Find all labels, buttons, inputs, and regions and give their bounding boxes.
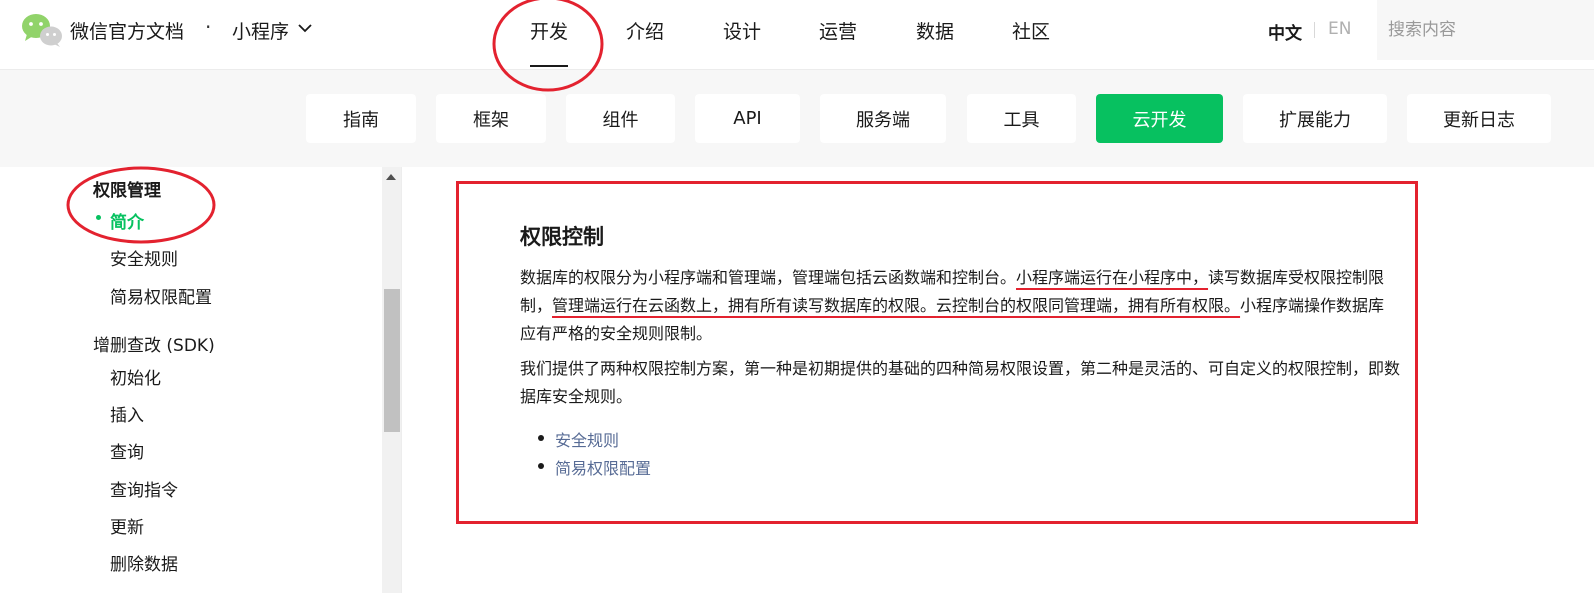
intro-paragraph: 数据库的权限分为小程序端和管理端，管理端包括云函数端和控制台。小程序端运行在小程… <box>520 264 1400 348</box>
search-input[interactable] <box>1388 16 1588 44</box>
nav-active-indicator <box>530 65 568 67</box>
subnav-extensions[interactable]: 扩展能力 <box>1243 94 1387 143</box>
subnav-api[interactable]: API <box>695 94 800 143</box>
sidebar-item-query[interactable]: 查询 <box>110 438 144 463</box>
sidebar <box>0 167 402 593</box>
sidebar-active-bullet <box>96 215 101 220</box>
sidebar-item-security-rules[interactable]: 安全规则 <box>110 245 178 270</box>
wechat-logo-icon[interactable] <box>20 12 64 48</box>
para-text: 数据库的权限分为小程序端和管理端，管理端包括云函数端和控制台。 <box>520 268 1017 287</box>
product-switcher[interactable]: 小程序 <box>232 17 289 44</box>
underlined-phrase: 云控制台的权限同管理端，拥有所有权限。 <box>936 296 1241 315</box>
nav-operations[interactable]: 运营 <box>819 17 857 44</box>
sidebar-item-query-commands[interactable]: 查询指令 <box>110 476 178 501</box>
site-brand[interactable]: 微信官方文档 <box>70 17 184 44</box>
sub-navbar: 指南 框架 组件 API 服务端 工具 云开发 扩展能力 更新日志 <box>0 70 1594 167</box>
sidebar-section-permissions[interactable]: 权限管理 <box>93 176 161 201</box>
sidebar-section-crud-sdk[interactable]: 增删查改 (SDK) <box>93 331 215 356</box>
link-security-rules[interactable]: 安全规则 <box>555 427 619 451</box>
lang-en-option[interactable]: EN <box>1328 19 1351 39</box>
chevron-down-icon[interactable] <box>297 22 313 34</box>
brand-separator: · <box>205 15 212 39</box>
page-title: 权限控制 <box>520 225 604 249</box>
underlined-phrase: 管理端运行在云函数上，拥有所有读写数据库的权限。 <box>552 296 937 315</box>
nav-community[interactable]: 社区 <box>1012 17 1050 44</box>
subnav-guide[interactable]: 指南 <box>306 94 416 143</box>
bullet-icon <box>538 435 544 441</box>
subnav-changelog[interactable]: 更新日志 <box>1407 94 1551 143</box>
sidebar-scroll-thumb[interactable] <box>384 289 400 432</box>
subnav-framework[interactable]: 框架 <box>436 94 546 143</box>
sidebar-item-delete[interactable]: 删除数据 <box>110 550 178 575</box>
subnav-components[interactable]: 组件 <box>566 94 675 143</box>
sidebar-item-intro[interactable]: 简介 <box>110 208 144 233</box>
underlined-phrase: 小程序端运行在小程序中， <box>1016 268 1209 287</box>
sidebar-item-simple-permissions[interactable]: 简易权限配置 <box>110 283 212 308</box>
sidebar-item-init[interactable]: 初始化 <box>110 364 161 389</box>
schemes-paragraph: 我们提供了两种权限控制方案，第一种是初期提供的基础的四种简易权限设置，第二种是灵… <box>520 359 1401 406</box>
nav-intro[interactable]: 介绍 <box>626 17 664 44</box>
lang-zh-option[interactable]: 中文 <box>1268 19 1302 44</box>
link-simple-permissions[interactable]: 简易权限配置 <box>555 455 651 479</box>
subnav-server[interactable]: 服务端 <box>820 94 946 143</box>
sidebar-item-update[interactable]: 更新 <box>110 513 144 538</box>
subnav-tools[interactable]: 工具 <box>967 94 1076 143</box>
nav-dev[interactable]: 开发 <box>530 17 568 44</box>
bullet-icon <box>538 463 544 469</box>
top-navbar: 微信官方文档 · 小程序 开发 介绍 设计 运营 数据 社区 中文 EN <box>0 0 1594 70</box>
nav-data[interactable]: 数据 <box>916 17 954 44</box>
sidebar-item-insert[interactable]: 插入 <box>110 401 144 426</box>
lang-divider <box>1314 22 1315 38</box>
nav-design[interactable]: 设计 <box>723 17 761 44</box>
subnav-cloud-dev[interactable]: 云开发 <box>1096 94 1223 143</box>
scroll-up-arrow-icon[interactable] <box>386 174 396 180</box>
